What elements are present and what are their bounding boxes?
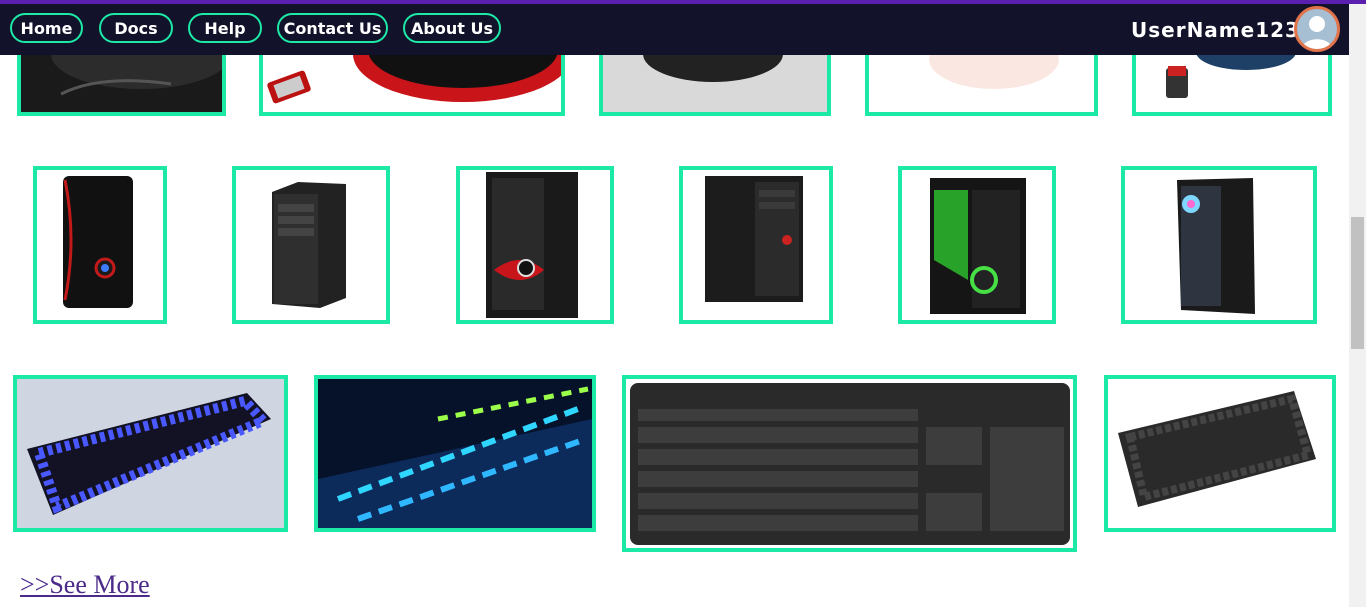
- cabinet-image-4[interactable]: [679, 166, 833, 324]
- keyboard-image-3[interactable]: [622, 375, 1077, 552]
- scrollbar-thumb[interactable]: [1351, 217, 1364, 349]
- nav-home-button[interactable]: Home: [10, 13, 83, 43]
- nav-docs-button[interactable]: Docs: [99, 13, 173, 43]
- see-more-link[interactable]: >>See More: [20, 570, 150, 600]
- keyboard-image-1[interactable]: [13, 375, 288, 532]
- cabinet-image-1[interactable]: [33, 166, 167, 324]
- nav-help-button[interactable]: Help: [188, 13, 262, 43]
- user-avatar-icon[interactable]: [1294, 6, 1340, 52]
- keyboard-image-2[interactable]: [314, 375, 596, 532]
- nav-about-us-button[interactable]: About Us: [403, 13, 501, 43]
- keyboard-image-4[interactable]: [1104, 375, 1336, 532]
- cabinet-image-6[interactable]: [1121, 166, 1317, 324]
- cabinet-image-5[interactable]: [898, 166, 1056, 324]
- cabinet-image-2[interactable]: [232, 166, 390, 324]
- username-label: UserName123: [1131, 18, 1300, 42]
- nav-contact-us-button[interactable]: Contact Us: [277, 13, 388, 43]
- navbar: Home Docs Help Contact Us About Us UserN…: [0, 4, 1349, 55]
- cabinet-image-3[interactable]: [456, 166, 614, 324]
